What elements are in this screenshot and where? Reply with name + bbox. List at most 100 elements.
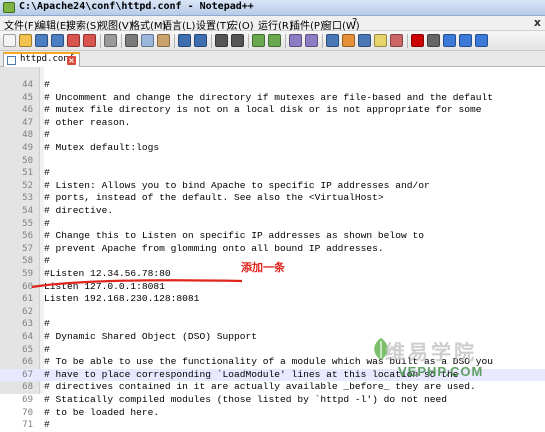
new-file-icon[interactable] xyxy=(3,34,16,47)
code-line[interactable]: 51 # xyxy=(0,167,545,180)
save-macro-icon[interactable] xyxy=(475,34,488,47)
menu-item[interactable]: 设置(T) xyxy=(196,17,230,32)
menu-item[interactable]: 视图(V) xyxy=(98,17,133,32)
copy-icon[interactable] xyxy=(141,34,154,47)
menu-item[interactable]: 格式(M) xyxy=(130,17,166,32)
save-icon[interactable] xyxy=(35,34,48,47)
function-list-icon[interactable] xyxy=(390,34,403,47)
zoom-out-icon[interactable] xyxy=(268,34,281,47)
toolbar xyxy=(0,31,545,51)
code-line[interactable]: 57 # prevent Apache from glomming onto al… xyxy=(0,243,545,256)
code-text: # xyxy=(44,255,50,267)
run-macro-icon[interactable] xyxy=(459,34,472,47)
tab-close-button[interactable]: × xyxy=(67,56,76,65)
line-number: 69 xyxy=(22,395,33,405)
code-line[interactable]: 45 # Uncomment and change the directory i… xyxy=(0,92,545,105)
code-line[interactable]: 47 # other reason. xyxy=(0,117,545,130)
open-file-icon[interactable] xyxy=(19,34,32,47)
code-text: # xyxy=(44,129,50,141)
doc-map-icon[interactable] xyxy=(374,34,387,47)
code-line[interactable]: 62 xyxy=(0,306,545,319)
code-text: # ports, instead of the default. See als… xyxy=(44,192,384,204)
line-number: 55 xyxy=(22,218,33,229)
cut-icon[interactable] xyxy=(125,34,138,47)
line-number: 63 xyxy=(22,319,33,330)
code-line[interactable]: 61 Listen 192.168.230.128:8081 xyxy=(0,293,545,306)
toolbar-separator xyxy=(100,34,101,48)
close-icon[interactable] xyxy=(67,34,80,47)
watermark-text: 维易学院 xyxy=(385,340,477,364)
close-all-icon[interactable] xyxy=(83,34,96,47)
code-line[interactable]: 48 # xyxy=(0,129,545,142)
code-text: # Statically compiled modules (those lis… xyxy=(44,394,448,405)
line-number: 60 xyxy=(22,281,33,292)
code-line[interactable]: 68 # directives contained in it are actua… xyxy=(0,381,545,394)
menu-item[interactable]: 插件(P) xyxy=(290,17,324,32)
code-line[interactable]: 54 # directive. xyxy=(0,205,545,218)
sync-v-icon[interactable] xyxy=(289,34,302,47)
code-line[interactable]: 53 # ports, instead of the default. See a… xyxy=(0,192,545,205)
code-text: # xyxy=(44,79,50,90)
code-line[interactable]: 69 # Statically compiled modules (those l… xyxy=(0,394,545,407)
code-line[interactable]: 56 # Change this to Listen on specific IP… xyxy=(0,230,545,243)
code-text: Listen 192.168.230.128:8081 xyxy=(44,293,200,305)
line-number: 61 xyxy=(22,294,33,305)
menu-bar: x 文件(F) 编辑(E) 搜索(S) 视图(V) 格式(M) 语言(L) 设置(T) 宏(O… xyxy=(0,16,545,32)
code-line[interactable]: 63 # xyxy=(0,318,545,331)
find-icon[interactable] xyxy=(215,34,228,47)
toolbar-separator xyxy=(322,34,323,48)
line-number: 64 xyxy=(22,332,33,342)
tab-httpd-conf[interactable]: httpd.conf × xyxy=(3,52,80,67)
menu-item[interactable]: 编辑(E) xyxy=(36,17,70,32)
replace-icon[interactable] xyxy=(231,34,244,47)
paste-icon[interactable] xyxy=(157,34,170,47)
record-macro-icon[interactable] xyxy=(411,34,424,47)
redo-icon[interactable] xyxy=(194,34,207,47)
code-text: # xyxy=(44,167,50,179)
menu-item[interactable]: 文件(F) xyxy=(4,17,38,32)
stop-macro-icon[interactable] xyxy=(427,34,440,47)
undo-icon[interactable] xyxy=(178,34,191,47)
close-document-button[interactable]: x xyxy=(534,16,541,29)
annotation-label: 添加一条 xyxy=(241,261,285,274)
show-all-chars-icon[interactable] xyxy=(342,34,355,47)
line-number: 59 xyxy=(22,269,33,279)
word-wrap-icon[interactable] xyxy=(326,34,339,47)
code-line[interactable]: 52 # Listen: Allows you to bind Apache to… xyxy=(0,180,545,193)
code-line[interactable]: 55 # xyxy=(0,218,545,231)
code-text: # xyxy=(44,217,50,229)
menu-item[interactable]: 运行(R) xyxy=(258,17,293,32)
code-text: # Change this to Listen on specific IP a… xyxy=(44,230,424,242)
line-number: 71 xyxy=(22,420,33,431)
code-line[interactable]: 46 # mutex file directory is not on a loc… xyxy=(0,104,545,117)
code-line[interactable]: 44 # xyxy=(0,79,545,92)
code-text: # to be loaded here. xyxy=(44,406,160,418)
menu-item[interactable]: 语言(L) xyxy=(162,17,195,32)
code-line[interactable]: 71 # xyxy=(0,419,545,432)
code-line[interactable]: 70 # to be loaded here. xyxy=(0,407,545,420)
print-icon[interactable] xyxy=(104,34,117,47)
line-number: 46 xyxy=(22,105,33,116)
line-number: 68 xyxy=(22,382,33,393)
menu-item[interactable]: ? xyxy=(352,17,357,28)
line-number: 52 xyxy=(22,180,33,191)
line-number: 66 xyxy=(22,357,33,368)
line-number: 44 xyxy=(22,80,33,90)
code-text: # Uncomment and change the directory if … xyxy=(44,91,494,103)
code-line[interactable]: 49 # Mutex default:logs xyxy=(0,142,545,155)
tab-bar: httpd.conf × xyxy=(0,51,545,67)
sync-h-icon[interactable] xyxy=(305,34,318,47)
save-all-icon[interactable] xyxy=(51,34,64,47)
code-line[interactable]: 50 xyxy=(0,155,545,168)
menu-item[interactable]: 宏(O) xyxy=(228,17,254,32)
indent-guide-icon[interactable] xyxy=(358,34,371,47)
code-text: # xyxy=(44,419,50,431)
line-number: 53 xyxy=(22,193,33,204)
red-underline-annotation xyxy=(31,279,243,289)
toolbar-separator xyxy=(174,34,175,48)
zoom-in-icon[interactable] xyxy=(252,34,265,47)
line-number: 50 xyxy=(22,155,33,166)
play-macro-icon[interactable] xyxy=(443,34,456,47)
notepadpp-logo-icon xyxy=(3,2,15,13)
menu-item[interactable]: 搜索(S) xyxy=(66,17,100,32)
